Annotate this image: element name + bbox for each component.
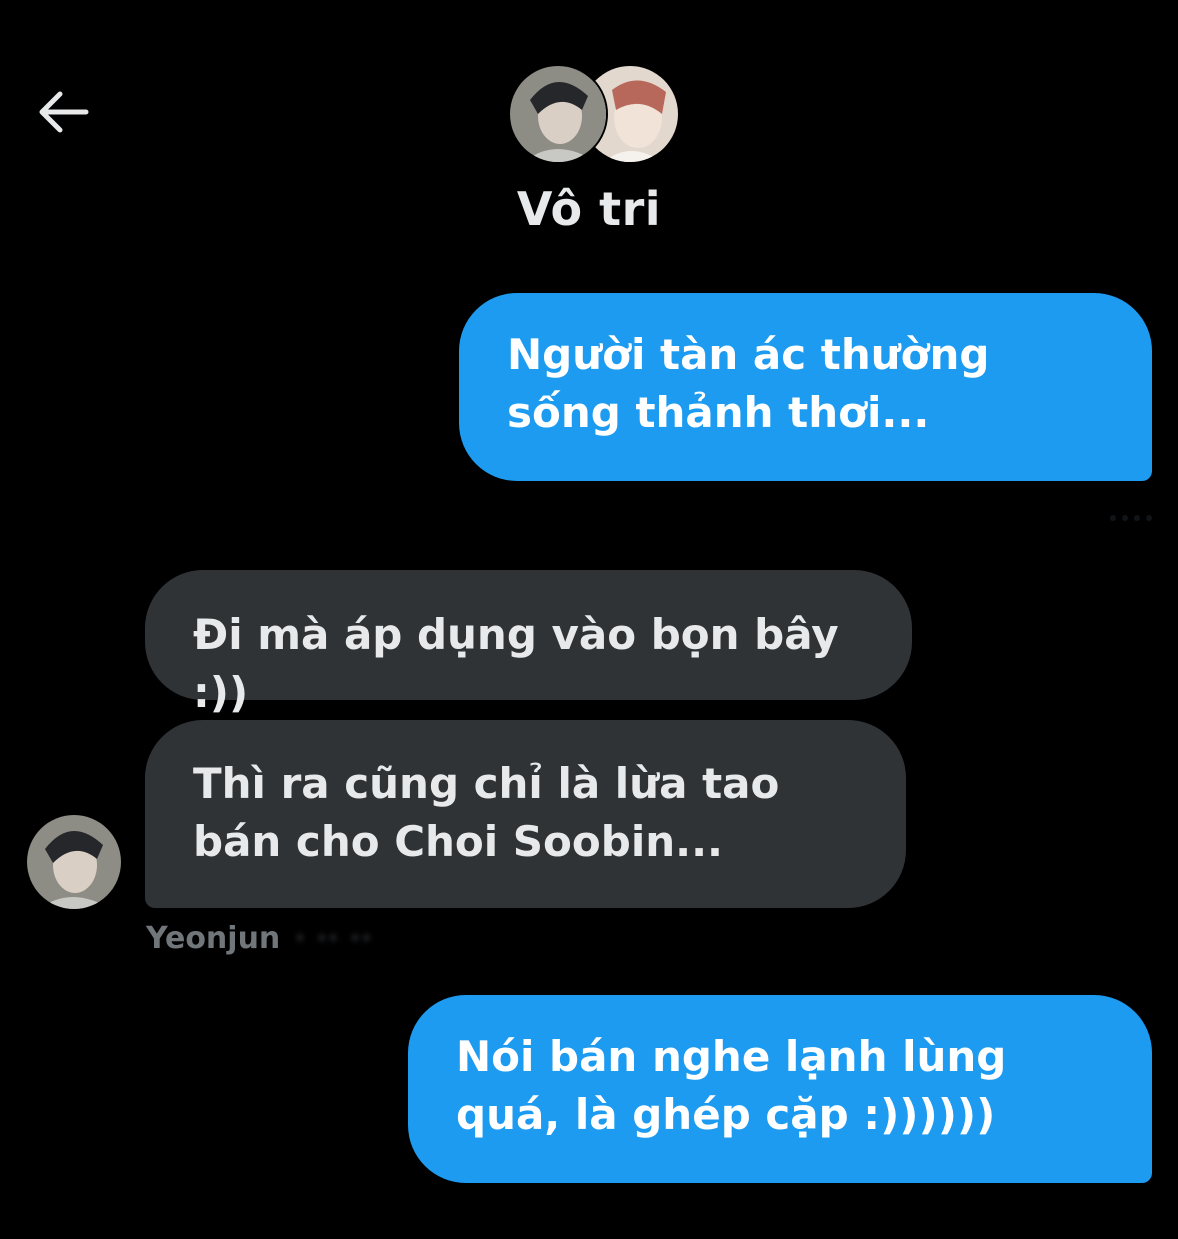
message-bubble-sent[interactable]: Nói bán nghe lạnh lùng quá, là ghép cặp … [408,995,1152,1183]
message-bubble-received[interactable]: Thì ra cũng chỉ là lừa tao bán cho Choi … [145,720,906,908]
back-button[interactable] [28,80,96,144]
message-timestamp [1062,503,1152,533]
message-text: Thì ra cũng chỉ là lừa tao bán cho Choi … [193,759,780,866]
group-member-avatar [508,64,608,164]
conversation-title[interactable]: Vô tri [0,182,1178,236]
sender-name: Yeonjun [146,920,281,956]
group-avatar[interactable] [508,64,680,164]
message-bubble-received[interactable]: Đi mà áp dụng vào bọn bây :)) [145,570,912,717]
arrow-left-icon [39,91,89,133]
sender-avatar[interactable] [27,815,121,909]
message-text: Đi mà áp dụng vào bọn bây :)) [193,610,839,717]
sender-meta: Yeonjun · ·· ·· [146,918,372,958]
message-text: Người tàn ác thường sống thảnh thơi... [507,330,990,437]
message-text: Nói bán nghe lạnh lùng quá, là ghép cặp … [456,1032,1007,1139]
message-bubble-sent[interactable]: Người tàn ác thường sống thảnh thơi... [459,293,1152,481]
message-timestamp: · ·· ·· [294,920,373,956]
